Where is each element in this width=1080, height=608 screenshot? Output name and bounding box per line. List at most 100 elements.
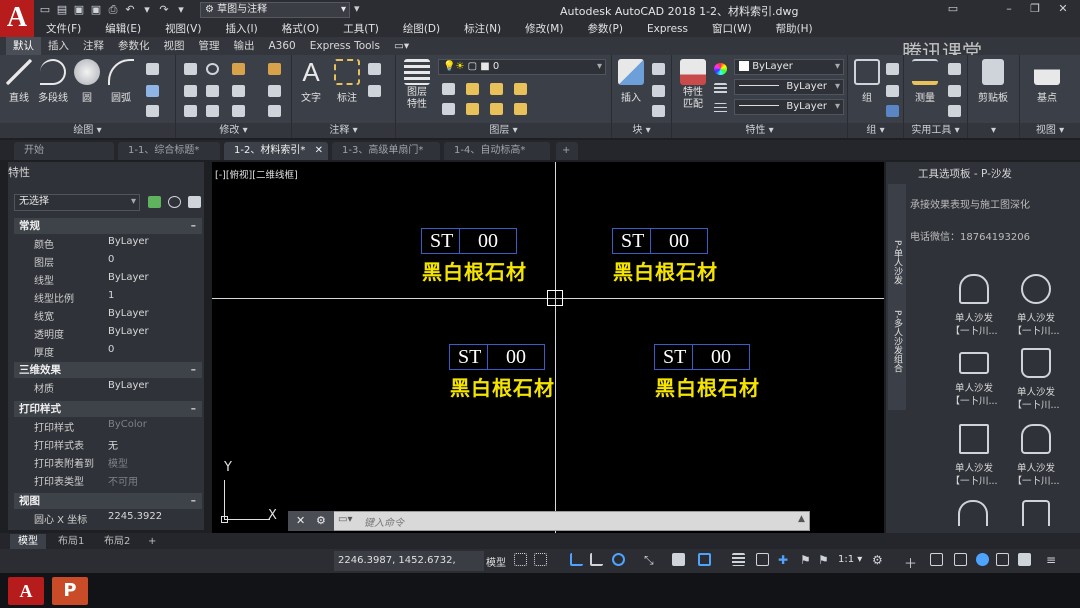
close-icon[interactable]: ✕ (296, 514, 305, 527)
fillet-icon[interactable] (232, 85, 245, 97)
utilities-panel-title[interactable]: 实用工具 ▾ (904, 123, 967, 138)
grid-icon[interactable] (514, 553, 527, 566)
annotation-scale-dropdown[interactable]: 1:1 ▾ (838, 554, 862, 565)
property-row[interactable]: 打印样式 ByColor (14, 419, 202, 436)
polyline-tool-button[interactable]: 多段线 (36, 59, 70, 104)
object-snap-icon[interactable] (698, 553, 711, 566)
drawing-canvas[interactable]: ST 00 黑白根石材 ST 00 黑白根石材 ST 00 黑白根石材 ST 00 黑白… (212, 162, 884, 533)
modify-panel-title[interactable]: 修改 ▾ (176, 123, 291, 138)
toggle-pickadd-icon[interactable] (148, 196, 161, 208)
ribbon-tab[interactable]: 视图 (157, 37, 192, 55)
customize-qat-icon[interactable]: ▾ (354, 2, 366, 18)
arc-tool-button[interactable]: 圆弧 (104, 59, 138, 104)
menu-item[interactable]: 窗口(W) (700, 21, 764, 36)
coordinates-display[interactable]: 2246.3987, 1452.6732, 0.0000 (334, 551, 484, 586)
mirror-icon[interactable] (206, 85, 219, 97)
block-panel-title[interactable]: 块 ▾ (612, 123, 671, 138)
ribbon-display-toggle[interactable]: ▭▾ (387, 37, 416, 55)
property-row[interactable]: 打印表类型 不可用 (14, 473, 202, 490)
layer-off-icon[interactable] (442, 83, 455, 95)
material-tag[interactable]: ST 00 (421, 228, 517, 254)
model-tab[interactable]: 模型 (10, 534, 46, 549)
close-icon[interactable]: ✕ (1050, 0, 1076, 18)
layer-match-icon[interactable] (442, 103, 455, 115)
section-general[interactable]: 常规 (14, 218, 202, 234)
edit-block-icon[interactable] (652, 85, 665, 97)
layer-properties-button[interactable]: 图层 特性 (400, 59, 434, 111)
section-3d-effects[interactable]: 三维效果 (14, 362, 202, 378)
menu-item[interactable]: 格式(O) (270, 21, 331, 36)
annotation-visibility-icon[interactable]: ⚑ (800, 553, 813, 567)
property-row[interactable]: 圆心 X 坐标 2245.3922 (14, 511, 202, 528)
property-row[interactable]: 打印表附着到 模型 (14, 455, 202, 472)
minimize-icon[interactable]: – (996, 0, 1022, 18)
palette-tab-multi-sofa[interactable]: P-多人沙发组合 (890, 310, 904, 406)
menu-item[interactable]: 标注(N) (452, 21, 513, 36)
model-space-button[interactable]: 模型 (486, 554, 506, 569)
ribbon-tab[interactable]: 管理 (192, 37, 227, 55)
doc-tab-1-4[interactable]: 1-4、自动标高* (444, 142, 550, 160)
isodraft-icon[interactable]: ⤡ (644, 553, 657, 567)
move-icon[interactable] (184, 63, 197, 75)
insert-block-button[interactable]: 插入 (614, 59, 648, 104)
property-row[interactable]: 线型比例 1 (14, 290, 202, 307)
create-block-icon[interactable] (652, 63, 665, 75)
trim-icon[interactable] (232, 63, 245, 75)
match-properties-button[interactable]: 特性 匹配 (676, 59, 710, 111)
property-row[interactable]: 颜色 ByLayer (14, 236, 202, 253)
palette-item[interactable]: 单人沙发 【一卜川... (944, 274, 1004, 338)
copy-icon[interactable] (184, 85, 197, 97)
redo-dropdown-icon[interactable]: ▾ (174, 3, 188, 17)
material-tag[interactable]: ST 00 (449, 344, 545, 370)
snap-icon[interactable] (534, 553, 547, 566)
lineweight-icon[interactable] (714, 103, 727, 115)
selection-cycling-icon[interactable]: ✚ (778, 553, 791, 567)
workspace-switcher[interactable]: ⚙ 草图与注释 ▾ (200, 2, 350, 18)
palette-item[interactable]: 单人沙发 【一卜川... (1006, 348, 1066, 412)
rotate-icon[interactable] (206, 63, 219, 75)
array-icon[interactable] (232, 105, 245, 117)
menu-icon[interactable]: ≡ (1046, 553, 1059, 567)
autocad-taskbar-icon[interactable]: A (8, 577, 44, 605)
annotation-panel-title[interactable]: 注释 ▾ (292, 123, 395, 138)
ortho-icon[interactable] (570, 553, 583, 566)
ungroup-icon[interactable] (886, 63, 899, 75)
property-row[interactable]: 线型 ByLayer (14, 272, 202, 289)
leader-icon[interactable] (368, 63, 381, 75)
save-as-icon[interactable]: ▣ (89, 3, 103, 17)
lineweight-toggle-icon[interactable] (732, 553, 745, 566)
property-row[interactable]: 厚度 0 (14, 344, 202, 361)
linetype-dropdown[interactable]: ByLayer (734, 79, 844, 95)
group-panel-title[interactable]: 组 ▾ (848, 123, 903, 138)
view-panel-title[interactable]: 视图 ▾ (1020, 123, 1080, 138)
command-input[interactable]: 键入命令 (364, 514, 404, 529)
ribbon-tab[interactable]: 插入 (41, 37, 76, 55)
layer-unisolate-icon[interactable] (466, 103, 479, 115)
menu-item[interactable]: 修改(M) (513, 21, 575, 36)
property-row[interactable]: 线宽 ByLayer (14, 308, 202, 325)
menu-item[interactable]: Express (635, 23, 700, 35)
redo-icon[interactable]: ↷ (157, 3, 171, 17)
layout1-tab[interactable]: 布局1 (50, 534, 92, 549)
hardware-acceleration-icon[interactable] (954, 553, 967, 566)
save-icon[interactable]: ▣ (72, 3, 86, 17)
open-file-icon[interactable]: ▤ (55, 3, 69, 17)
powerpoint-taskbar-icon[interactable]: P (52, 577, 88, 605)
layer-lock-icon[interactable] (514, 83, 527, 95)
plot-icon[interactable]: ⎙ (106, 3, 120, 17)
draw-panel-title[interactable]: 绘图 ▾ (0, 123, 175, 138)
add-layout-button[interactable]: + (140, 534, 164, 549)
menu-item[interactable]: 工具(T) (331, 21, 391, 36)
group-select-icon[interactable] (886, 105, 899, 117)
erase-icon[interactable] (268, 63, 281, 75)
property-row[interactable]: 打印样式表 无 (14, 437, 202, 454)
autocad-logo-button[interactable]: A (0, 0, 34, 38)
menu-item[interactable]: 插入(I) (213, 21, 269, 36)
linetype-icon[interactable] (714, 83, 727, 95)
new-tab-button[interactable]: + (556, 142, 578, 160)
doc-tab-1-2[interactable]: 1-2、材料索引* ✕ (224, 142, 328, 160)
polar-tracking-icon[interactable] (612, 553, 625, 566)
stretch-icon[interactable] (184, 105, 197, 117)
paste-button[interactable]: 剪贴板 (976, 59, 1010, 104)
palette-item[interactable]: 单人沙发 【一卜川... (1006, 274, 1066, 338)
